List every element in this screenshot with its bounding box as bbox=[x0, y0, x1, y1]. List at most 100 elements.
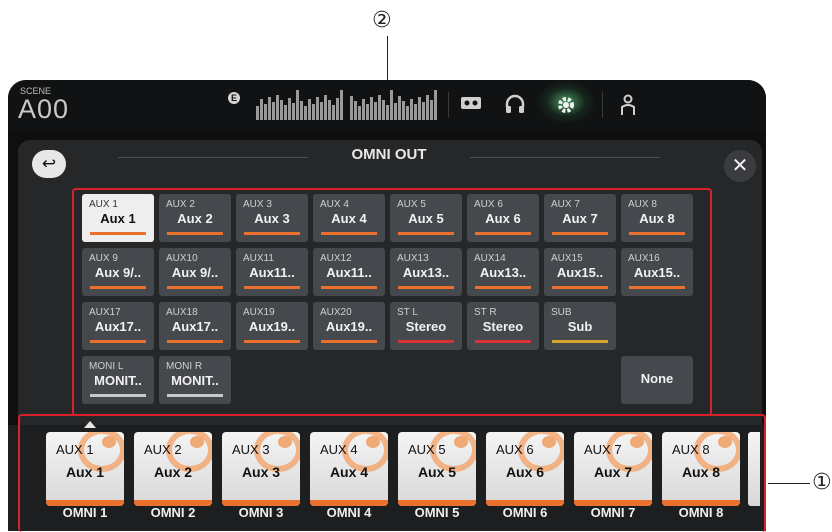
source-button[interactable]: AUX14 Aux13.. bbox=[467, 248, 539, 296]
omni-output-name: OMNI 3 bbox=[238, 505, 284, 520]
meter-segment bbox=[354, 101, 357, 120]
meter-segment bbox=[398, 96, 401, 120]
none-label: None bbox=[640, 371, 674, 386]
edit-indicator-icon: E bbox=[228, 92, 240, 104]
source-color-bar bbox=[90, 286, 146, 289]
meter-segment bbox=[370, 97, 373, 120]
source-name: Aux17.. bbox=[94, 319, 142, 334]
source-button[interactable]: AUX11 Aux11.. bbox=[236, 248, 308, 296]
gear-icon[interactable] bbox=[555, 94, 577, 120]
source-color-bar bbox=[552, 340, 608, 343]
source-button[interactable]: AUX13 Aux13.. bbox=[390, 248, 462, 296]
meter-segment bbox=[374, 102, 377, 120]
source-button[interactable]: AUX10 Aux 9/.. bbox=[159, 248, 231, 296]
source-name: Aux 8 bbox=[639, 211, 675, 226]
source-button[interactable]: AUX12 Aux11.. bbox=[313, 248, 385, 296]
source-button[interactable]: MONI L MONIT.. bbox=[82, 356, 154, 404]
source-label: AUX13 bbox=[397, 253, 429, 264]
source-button[interactable]: AUX 8 Aux 8 bbox=[621, 194, 693, 242]
omni-output-name: OMNI 8 bbox=[678, 505, 724, 520]
source-button[interactable]: AUX 5 Aux 5 bbox=[390, 194, 462, 242]
source-button[interactable]: AUX 2 Aux 2 bbox=[159, 194, 231, 242]
meter-segment bbox=[256, 106, 259, 120]
meter-segment bbox=[272, 102, 275, 120]
back-button[interactable]: ↩ bbox=[32, 150, 66, 178]
source-button[interactable]: AUX15 Aux15.. bbox=[544, 248, 616, 296]
divider bbox=[602, 92, 603, 118]
source-button[interactable]: MONI R MONIT.. bbox=[159, 356, 231, 404]
source-select-highlight: AUX 1 Aux 1 AUX 2 Aux 2 AUX 3 Aux 3 AUX 4 Aux 4… bbox=[72, 188, 712, 416]
page-title: OMNI OUT bbox=[351, 146, 427, 163]
source-label: AUX 1 bbox=[89, 199, 118, 210]
meter-segment bbox=[324, 95, 327, 120]
meter-segment bbox=[320, 102, 323, 120]
meter-segment bbox=[402, 101, 405, 120]
meter-segment bbox=[422, 102, 425, 120]
source-button[interactable]: AUX 1 Aux 1 bbox=[82, 194, 154, 242]
source-button[interactable]: AUX17 Aux17.. bbox=[82, 302, 154, 350]
source-name: Aux 4 bbox=[331, 211, 367, 226]
source-name: Aux 3 bbox=[254, 211, 290, 226]
source-button[interactable]: AUX 7 Aux 7 bbox=[544, 194, 616, 242]
source-button[interactable]: AUX16 Aux15.. bbox=[621, 248, 693, 296]
none-button[interactable]: None bbox=[621, 356, 693, 404]
meter-segment bbox=[390, 90, 393, 120]
source-label: MONI R bbox=[166, 361, 203, 372]
recorder-icon[interactable] bbox=[460, 94, 482, 116]
source-label: AUX12 bbox=[320, 253, 352, 264]
meter-segment bbox=[418, 97, 421, 120]
source-button[interactable]: AUX19 Aux19.. bbox=[236, 302, 308, 350]
meter-segment bbox=[264, 104, 267, 120]
meter-segment bbox=[288, 98, 291, 120]
source-label: AUX11 bbox=[243, 253, 274, 264]
source-color-bar bbox=[475, 286, 531, 289]
user-icon[interactable] bbox=[620, 94, 636, 120]
source-label: AUX19 bbox=[243, 307, 275, 318]
source-name: MONIT.. bbox=[171, 373, 219, 388]
source-label: AUX 6 bbox=[474, 199, 503, 210]
meter-segment bbox=[336, 98, 339, 120]
close-button[interactable]: ✕ bbox=[724, 150, 756, 182]
headphones-icon[interactable] bbox=[504, 94, 526, 118]
source-name: Aux 2 bbox=[177, 211, 213, 226]
source-color-bar bbox=[552, 286, 608, 289]
source-name: Aux 9/.. bbox=[171, 265, 219, 280]
source-color-bar bbox=[167, 340, 223, 343]
omni-output-name: OMNI 7 bbox=[590, 505, 636, 520]
source-name: Aux11.. bbox=[249, 265, 295, 280]
source-color-bar bbox=[398, 286, 454, 289]
source-button[interactable]: AUX18 Aux17.. bbox=[159, 302, 231, 350]
source-button[interactable]: AUX 6 Aux 6 bbox=[467, 194, 539, 242]
source-button[interactable]: AUX 9 Aux 9/.. bbox=[82, 248, 154, 296]
source-label: SUB bbox=[551, 307, 572, 318]
omni-output-name: OMNI 1 bbox=[62, 505, 108, 520]
level-meter[interactable] bbox=[256, 88, 438, 120]
source-button[interactable]: AUX20 Aux19.. bbox=[313, 302, 385, 350]
meter-segment bbox=[304, 106, 307, 120]
source-button[interactable]: ST R Stereo bbox=[467, 302, 539, 350]
source-name: Aux 1 bbox=[100, 211, 136, 226]
meter-segment bbox=[268, 97, 271, 120]
source-name: Aux11.. bbox=[326, 265, 372, 280]
omni-output-name: OMNI 2 bbox=[150, 505, 196, 520]
source-button[interactable]: AUX 3 Aux 3 bbox=[236, 194, 308, 242]
meter-segment bbox=[366, 104, 369, 120]
source-name: Aux 7 bbox=[562, 211, 598, 226]
source-button[interactable]: SUB Sub bbox=[544, 302, 616, 350]
meter-segment bbox=[434, 90, 437, 120]
scene-number[interactable]: A00 bbox=[18, 94, 69, 125]
meter-segment bbox=[378, 95, 381, 120]
source-button[interactable]: AUX 4 Aux 4 bbox=[313, 194, 385, 242]
source-label: AUX 5 bbox=[397, 199, 426, 210]
back-arrow-icon: ↩ bbox=[41, 154, 57, 173]
source-label: AUX14 bbox=[474, 253, 506, 264]
meter-segment bbox=[414, 104, 417, 120]
source-name: Aux17.. bbox=[171, 319, 219, 334]
source-name: Aux 9/.. bbox=[94, 265, 142, 280]
callout-1: ① bbox=[812, 470, 832, 495]
source-color-bar bbox=[321, 340, 377, 343]
source-label: MONI L bbox=[89, 361, 124, 372]
source-color-bar bbox=[398, 340, 454, 343]
source-label: AUX 8 bbox=[628, 199, 657, 210]
source-button[interactable]: ST L Stereo bbox=[390, 302, 462, 350]
